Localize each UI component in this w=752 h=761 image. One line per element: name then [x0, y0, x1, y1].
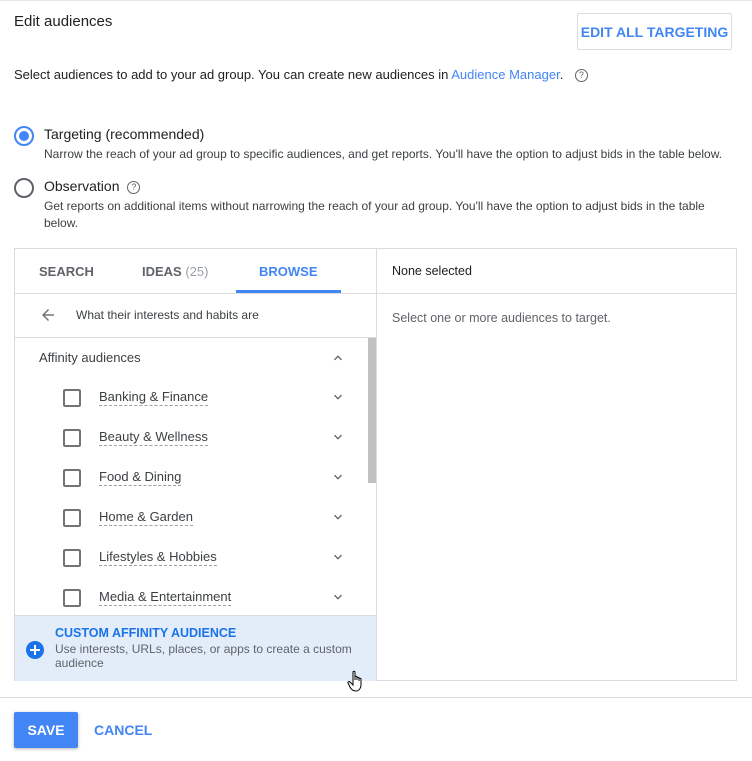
- chevron-down-icon[interactable]: [330, 509, 346, 525]
- tab-ideas-count: (25): [185, 264, 209, 279]
- item-label[interactable]: Lifestyles & Hobbies: [99, 549, 217, 566]
- item-checkbox[interactable]: [63, 469, 81, 487]
- audience-manager-link[interactable]: Audience Manager: [451, 67, 559, 82]
- audience-picker-panel: SEARCH IDEAS (25) BROWSE What their inte…: [14, 248, 737, 681]
- observation-radio[interactable]: [14, 178, 34, 198]
- tab-browse-label: BROWSE: [259, 264, 318, 279]
- selection-status: None selected: [392, 264, 472, 278]
- tab-browse[interactable]: BROWSE: [259, 264, 318, 279]
- page-title: Edit audiences: [14, 13, 113, 30]
- observation-label-wrap: Observation ?: [44, 178, 141, 194]
- chevron-down-icon[interactable]: [330, 469, 346, 485]
- item-label[interactable]: Food & Dining: [99, 469, 182, 486]
- item-label[interactable]: Media & Entertainment: [99, 589, 232, 606]
- tab-ideas-label: IDEAS: [142, 264, 182, 279]
- item-label[interactable]: Banking & Finance: [99, 389, 209, 406]
- custom-affinity-audience-button[interactable]: CUSTOM AFFINITY AUDIENCE Use interests, …: [15, 615, 376, 681]
- hand-pointer-cursor-icon: [347, 670, 362, 692]
- item-checkbox[interactable]: [63, 389, 81, 407]
- cancel-button[interactable]: CANCEL: [94, 722, 152, 738]
- audience-list: Affinity audiences Banking & Finance Bea…: [15, 338, 376, 615]
- tab-ideas[interactable]: IDEAS (25): [142, 264, 208, 279]
- targeting-label: Targeting (recommended): [44, 126, 205, 142]
- selection-header: None selected: [377, 249, 736, 294]
- group-header[interactable]: Affinity audiences: [39, 350, 141, 365]
- list-item: Banking & Finance: [15, 378, 367, 418]
- chevron-up-icon[interactable]: [330, 350, 346, 366]
- observation-label: Observation: [44, 178, 120, 194]
- item-label[interactable]: Beauty & Wellness: [99, 429, 208, 446]
- footer-divider: [0, 697, 752, 698]
- list-item: Media & Entertainment: [15, 578, 367, 615]
- help-circle-icon[interactable]: ?: [127, 181, 141, 194]
- help-circle-icon[interactable]: ?: [574, 69, 588, 82]
- browse-pane: SEARCH IDEAS (25) BROWSE What their inte…: [15, 249, 377, 681]
- intro-text-body: Select audiences to add to your ad group…: [14, 67, 452, 82]
- chevron-down-icon[interactable]: [330, 549, 346, 565]
- list-scrollbar[interactable]: [368, 338, 376, 483]
- breadcrumb-label: What their interests and habits are: [76, 308, 259, 322]
- chevron-down-icon[interactable]: [330, 429, 346, 445]
- active-tab-indicator: [236, 290, 341, 293]
- plus-circle-icon: [26, 641, 44, 659]
- arrow-left-icon[interactable]: [39, 306, 57, 324]
- item-checkbox[interactable]: [63, 429, 81, 447]
- save-button[interactable]: SAVE: [14, 712, 78, 748]
- item-checkbox[interactable]: [63, 549, 81, 567]
- tab-bar: SEARCH IDEAS (25) BROWSE: [15, 249, 376, 294]
- list-item: Home & Garden: [15, 498, 367, 538]
- targeting-description: Narrow the reach of your ad group to spe…: [44, 147, 723, 161]
- chevron-down-icon[interactable]: [330, 389, 346, 405]
- selection-hint: Select one or more audiences to target.: [392, 311, 611, 325]
- chevron-down-icon[interactable]: [330, 589, 346, 605]
- list-item: Beauty & Wellness: [15, 418, 367, 458]
- item-checkbox[interactable]: [63, 589, 81, 607]
- item-checkbox[interactable]: [63, 509, 81, 527]
- selection-pane: None selected Select one or more audienc…: [377, 249, 736, 680]
- tab-search[interactable]: SEARCH: [39, 264, 94, 279]
- intro-text-period: .: [559, 67, 564, 82]
- list-item: Food & Dining: [15, 458, 367, 498]
- targeting-radio[interactable]: [14, 126, 34, 146]
- custom-affinity-description: Use interests, URLs, places, or apps to …: [55, 642, 352, 670]
- custom-affinity-title: CUSTOM AFFINITY AUDIENCE: [55, 626, 237, 640]
- item-label[interactable]: Home & Garden: [99, 509, 193, 526]
- intro-text: Select audiences to add to your ad group…: [14, 67, 588, 82]
- tab-search-label: SEARCH: [39, 264, 94, 279]
- observation-description: Get reports on additional items without …: [44, 199, 705, 230]
- breadcrumb: What their interests and habits are: [15, 294, 376, 338]
- list-item: Lifestyles & Hobbies: [15, 538, 367, 578]
- top-divider: [0, 0, 752, 1]
- edit-all-targeting-button[interactable]: EDIT ALL TARGETING: [577, 13, 732, 50]
